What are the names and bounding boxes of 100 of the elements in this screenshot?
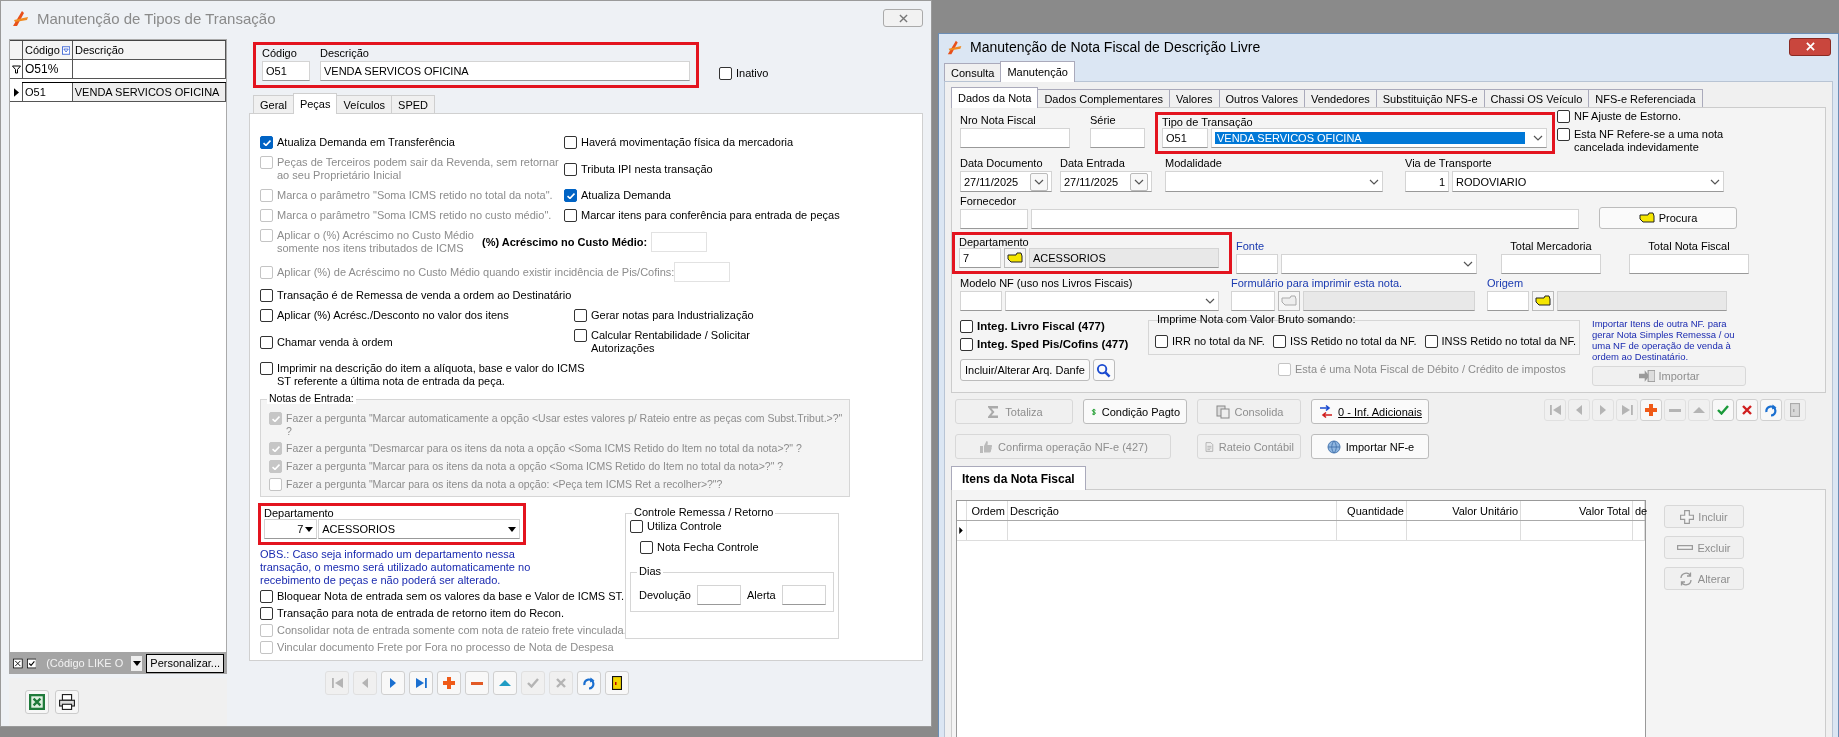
source-code-field[interactable]	[1236, 254, 1278, 274]
danfe-button[interactable]: Incluir/Alterar Arq. Danfe	[960, 359, 1090, 381]
column-header[interactable]: Código	[23, 41, 73, 59]
action-button[interactable]: Importar NF-e	[1311, 434, 1429, 459]
option-checkbox[interactable]: Transação é de Remessa de venda a ordem ao Destinatário	[260, 289, 590, 302]
field-label[interactable]: Formulário para imprimir esta nota.	[1231, 277, 1475, 289]
department-dropdown[interactable]: ACESSORIOS	[318, 519, 520, 539]
series-field[interactable]	[1090, 128, 1145, 148]
option-checkbox[interactable]: Nota Fecha Controle	[640, 541, 834, 554]
filter-cell[interactable]: O51%	[23, 60, 73, 78]
refresh-button[interactable]	[577, 671, 601, 695]
tab[interactable]: Dados Complementares	[1037, 89, 1170, 107]
option-checkbox[interactable]: Integ. Sped Pis/Cofins (477)	[960, 338, 1136, 351]
model-code-field[interactable]	[960, 291, 1002, 311]
tab[interactable]: Veículos	[336, 95, 393, 113]
option-checkbox[interactable]: Atualiza Demanda em Transferência	[260, 136, 564, 149]
document-stack-icon	[1214, 403, 1231, 420]
lookup-button[interactable]	[1004, 248, 1026, 268]
column-header[interactable]: Ordem	[967, 501, 1008, 520]
option-checkbox[interactable]: Marcar itens para conferência para entrada de peças	[564, 209, 840, 222]
transaction-type-dropdown[interactable]: VENDA SERVICOS OFICINA	[1211, 128, 1547, 148]
option-checkbox[interactable]: Esta NF Refere-se a uma nota cancelada indevidamente	[1557, 128, 1734, 154]
source-dropdown[interactable]	[1281, 254, 1477, 274]
transport-code-field[interactable]: 1	[1405, 171, 1449, 192]
confirm-button[interactable]	[1712, 399, 1734, 421]
option-checkbox[interactable]: Bloquear Nota de entrada sem os valores da base e Valor de ICMS ST.	[260, 590, 625, 603]
close-button[interactable]	[1789, 37, 1831, 56]
tab[interactable]: Peças	[292, 93, 338, 114]
option-checkbox[interactable]: Haverá movimentação física da mercadoria	[564, 136, 794, 149]
option-checkbox[interactable]: Integ. Livro Fiscal (477)	[960, 320, 1136, 333]
option-checkbox[interactable]: Aplicar (%) Acrésc./Desconto no valor dos itens	[260, 309, 574, 322]
supplier-field[interactable]	[1031, 209, 1579, 229]
field-label[interactable]: Origem	[1487, 277, 1727, 289]
add-button[interactable]	[1640, 399, 1662, 421]
action-button[interactable]: 0 - Inf. Adicionais	[1311, 399, 1429, 424]
option-checkbox[interactable]: Calcular Rentabilidade / Solicitar Autorizações	[574, 329, 756, 355]
supplier-code-field[interactable]	[960, 209, 1028, 229]
code-field[interactable]: O51	[262, 61, 310, 81]
column-header[interactable]: Valor Total	[1521, 501, 1633, 520]
field-label[interactable]: Fonte	[1236, 240, 1477, 252]
action-button[interactable]: Condição Pagto	[1083, 399, 1187, 424]
next-record-button[interactable]	[381, 671, 405, 695]
option-checkbox[interactable]: ISS Retido no total da NF.	[1272, 335, 1417, 348]
transport-dropdown[interactable]: RODOVIARIO	[1452, 171, 1724, 192]
customize-button[interactable]: Personalizar...	[146, 653, 224, 673]
days-field[interactable]	[697, 585, 741, 605]
search-button[interactable]: Procura	[1599, 207, 1737, 229]
transaction-code-field[interactable]: O51	[1162, 128, 1208, 148]
days-field[interactable]	[781, 585, 826, 605]
dropdown-button[interactable]	[131, 655, 143, 671]
origin-code-field[interactable]	[1487, 291, 1529, 311]
refresh-button[interactable]	[1760, 399, 1782, 421]
lookup-button[interactable]	[1532, 291, 1554, 311]
filter-dropdown-icon[interactable]	[61, 44, 70, 56]
tab[interactable]: SPED	[391, 95, 436, 113]
percent-field[interactable]	[674, 262, 731, 282]
option-checkbox[interactable]: Imprimir na descrição do item a alíquota, base e valor do ICMS ST referente a última nota de entrada da peça.	[260, 362, 590, 388]
up-button[interactable]	[493, 671, 517, 695]
date-picker[interactable]: 27/11/2025	[1060, 171, 1152, 192]
add-button[interactable]	[437, 671, 461, 695]
remove-button[interactable]	[465, 671, 489, 695]
filter-checkbox[interactable]	[26, 656, 37, 670]
invoice-number-field[interactable]	[960, 128, 1070, 148]
option-checkbox[interactable]: Transação para nota de entrada de retorno item do Recon.	[260, 607, 625, 620]
tab[interactable]: Substituição NFS-e	[1375, 89, 1485, 107]
department-code-dropdown[interactable]: 7	[264, 519, 318, 539]
option-checkbox[interactable]: Atualiza Demanda	[564, 189, 671, 202]
exit-button[interactable]	[605, 671, 629, 695]
tab[interactable]: Dados da Nota	[951, 87, 1039, 108]
date-picker[interactable]: 27/11/2025	[960, 171, 1052, 192]
description-field[interactable]: VENDA SERVICOS OFICINA	[320, 61, 690, 81]
option-checkbox[interactable]: Tributa IPI nesta transação	[564, 162, 713, 176]
percent-field[interactable]	[651, 232, 708, 252]
option-checkbox[interactable]: Chamar venda à ordem	[260, 335, 574, 349]
column-header[interactable]: de	[1633, 501, 1645, 520]
option-checkbox[interactable]: Utiliza Controle	[630, 520, 834, 533]
clear-filter-icon[interactable]	[13, 656, 23, 670]
checkmark-icon	[262, 139, 271, 146]
tab[interactable]: Itens da Nota Fiscal	[951, 466, 1086, 490]
column-header[interactable]: Valor Unitário	[1407, 501, 1521, 520]
tab[interactable]: Consulta	[944, 63, 1002, 81]
tab[interactable]: NFS-e Referenciada	[1588, 89, 1703, 107]
column-header[interactable]: Descrição	[1008, 501, 1337, 520]
tab[interactable]: Geral	[253, 95, 294, 113]
modality-dropdown[interactable]	[1165, 171, 1383, 192]
option-checkbox[interactable]: Gerar notas para Industrialização	[574, 309, 756, 322]
option-checkbox[interactable]: IRR no total da NF.	[1155, 335, 1265, 348]
column-header[interactable]: Quantidade	[1337, 501, 1407, 520]
model-dropdown[interactable]	[1005, 291, 1219, 311]
excel-export-button[interactable]	[25, 690, 49, 714]
column-header[interactable]: Descrição	[73, 41, 226, 59]
search-button[interactable]	[1092, 359, 1115, 381]
tab[interactable]: Manutenção	[1000, 61, 1075, 82]
cancel-button[interactable]	[1736, 399, 1758, 421]
form-code-field[interactable]	[1231, 291, 1275, 311]
print-button[interactable]	[55, 690, 79, 714]
last-record-button[interactable]	[409, 671, 433, 695]
option-checkbox[interactable]: INSS Retido no total da NF.	[1424, 335, 1577, 348]
department-code-field[interactable]: 7	[959, 248, 1001, 268]
option-checkbox[interactable]: NF Ajuste de Estorno.	[1557, 110, 1734, 123]
